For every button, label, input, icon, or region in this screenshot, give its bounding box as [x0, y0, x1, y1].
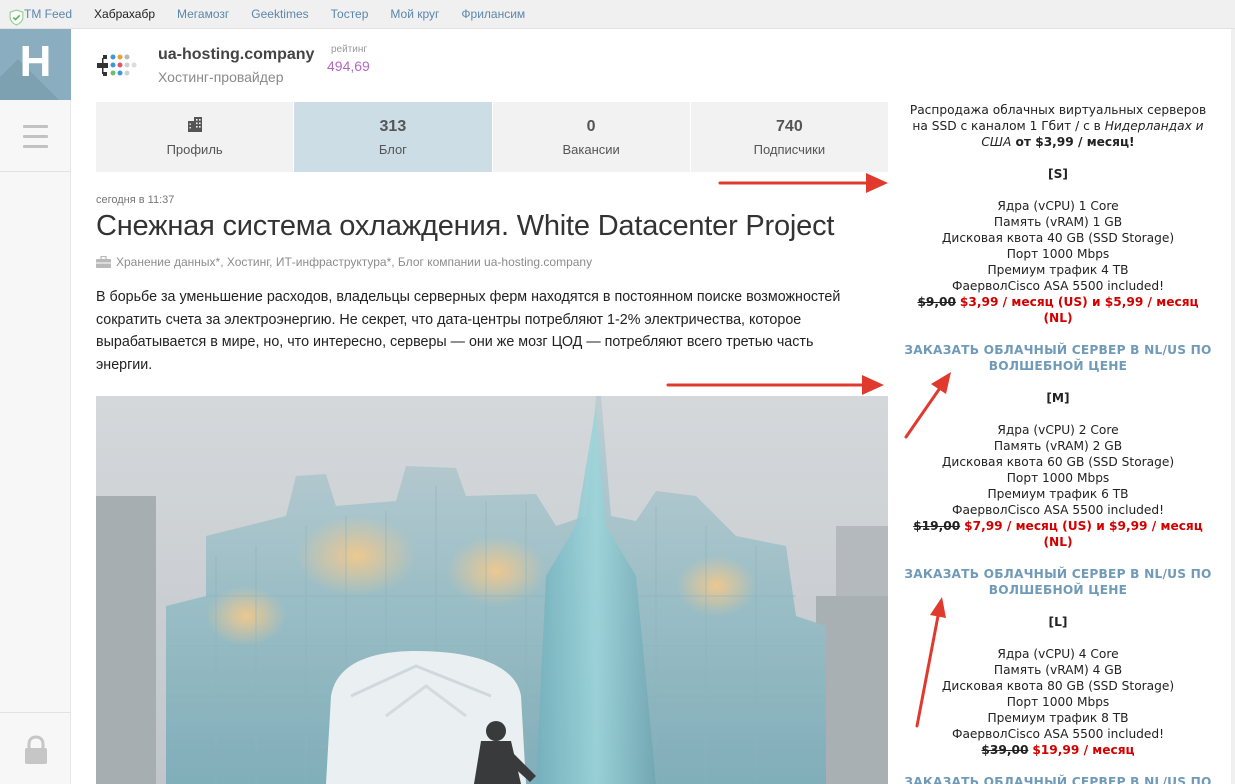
company-subtitle: Хостинг-провайдер: [158, 69, 284, 85]
tab-count: 313: [379, 118, 407, 135]
nav-habrahabr[interactable]: Хабрахабр: [94, 7, 155, 21]
plan-spec: Порт 1000 Mbps: [1006, 247, 1110, 261]
tab-vacancies[interactable]: 0 Вакансии: [493, 102, 691, 172]
plan-name: [M]: [1046, 391, 1070, 405]
plan-spec: Дисковая квота 60 GB (SSD Storage): [941, 455, 1175, 469]
order-link[interactable]: ЗАКАЗАТЬ ОБЛАЧНЫЙ СЕРВЕР В NL/US ПО ВОЛШ…: [903, 774, 1213, 784]
plan-spec: Память (vRAM) 2 GB: [993, 439, 1123, 453]
tab-subscribers[interactable]: 740 Подписчики: [691, 102, 888, 172]
plan-spec: ФаерволCisco ASA 5500 included!: [951, 727, 1165, 741]
building-icon: [187, 117, 202, 132]
ad-intro: Распродажа облачных виртуальных серверов…: [909, 103, 1207, 149]
tab-count: 740: [776, 118, 803, 135]
new-price: $3,99 / месяц (US) и $5,99 / месяц (NL): [959, 295, 1199, 325]
sidebar-divider: [0, 712, 70, 713]
plan-spec: Порт 1000 Mbps: [1006, 471, 1110, 485]
post-time: сегодня в 11:37: [96, 194, 175, 206]
site-logo[interactable]: H: [0, 29, 71, 100]
tab-label: Вакансии: [562, 142, 620, 157]
ice-building-photo: [96, 396, 888, 784]
plan-price: $19,00 $7,99 / месяц (US) и $9,99 / меся…: [903, 518, 1213, 550]
nav-geektimes[interactable]: Geektimes: [251, 7, 308, 21]
top-nav-items: TM Feed Хабрахабр Мегамозг Geektimes Тос…: [24, 7, 547, 21]
plan-spec: Дисковая квота 40 GB (SSD Storage): [941, 231, 1175, 245]
nav-moi-krug[interactable]: Мой круг: [390, 7, 439, 21]
rating-value: 494,69: [327, 58, 370, 74]
company-logo-icon[interactable]: [97, 50, 141, 82]
plan-spec: Ядра (vCPU) 4 Core: [997, 647, 1119, 661]
logo-letter: H: [19, 37, 52, 86]
plan-price: $39,00 $19,99 / месяц: [903, 742, 1213, 758]
order-link[interactable]: ЗАКАЗАТЬ ОБЛАЧНЫЙ СЕРВЕР В NL/US ПО ВОЛШ…: [903, 566, 1213, 598]
company-tabs: Профиль 313 Блог 0 Вакансии 740 Подписчи…: [96, 102, 888, 172]
scrollbar[interactable]: [1231, 29, 1235, 784]
nav-freelansim[interactable]: Фрилансим: [461, 7, 525, 21]
top-navigation: TM Feed Хабрахабр Мегамозг Geektimes Тос…: [0, 0, 1235, 29]
post-hubs: Хранение данных*, Хостинг, ИТ-инфраструк…: [96, 255, 592, 269]
arrow-icon: [862, 375, 884, 395]
sidebar-divider: [0, 171, 70, 172]
plan-spec: Премиум трафик 6 TB: [987, 487, 1129, 501]
tab-profile[interactable]: Профиль: [96, 102, 295, 172]
plan-spec: Дисковая квота 80 GB (SSD Storage): [941, 679, 1175, 693]
plan-spec: Порт 1000 Mbps: [1006, 695, 1110, 709]
order-link[interactable]: ЗАКАЗАТЬ ОБЛАЧНЫЙ СЕРВЕР В NL/US ПО ВОЛШ…: [903, 342, 1213, 374]
shield-check-icon: [9, 9, 24, 26]
post-title[interactable]: Снежная система охлаждения. White Datace…: [96, 210, 834, 243]
arrow-icon: [866, 173, 888, 193]
plan-name: [S]: [1048, 167, 1068, 181]
tab-label: Блог: [378, 142, 407, 157]
tab-count: 0: [586, 118, 596, 135]
nav-toster[interactable]: Тостер: [331, 7, 369, 21]
old-price: $19,00: [913, 519, 961, 533]
nav-tm-feed[interactable]: TM Feed: [24, 7, 72, 21]
new-price: $19,99 / месяц: [1032, 743, 1135, 757]
briefcase-icon: [96, 256, 111, 268]
tab-label: Профиль: [166, 142, 223, 157]
rating-label: рейтинг: [331, 44, 368, 55]
tab-label: Подписчики: [753, 142, 826, 157]
plan-spec: Ядра (vCPU) 1 Core: [997, 199, 1119, 213]
old-price: $9,00: [917, 295, 956, 309]
plan-spec: Память (vRAM) 1 GB: [993, 215, 1123, 229]
post-text: В борьбе за уменьшение расходов, владель…: [96, 289, 841, 373]
nav-megamozg[interactable]: Мегамозг: [177, 7, 229, 21]
hamburger-menu-icon[interactable]: [23, 125, 48, 149]
plan-spec: Ядра (vCPU) 2 Core: [997, 423, 1119, 437]
old-price: $39,00: [981, 743, 1029, 757]
plan-spec: Память (vRAM) 4 GB: [993, 663, 1123, 677]
plan-spec: Премиум трафик 8 TB: [987, 711, 1129, 725]
left-sidebar: H: [0, 29, 71, 784]
new-price: $7,99 / месяц (US) и $9,99 / месяц (NL): [964, 519, 1203, 549]
lock-icon[interactable]: [22, 735, 50, 765]
hubs-list[interactable]: Хранение данных*, Хостинг, ИТ-инфраструк…: [116, 255, 592, 269]
plan-spec: ФаерволCisco ASA 5500 included!: [951, 503, 1165, 517]
plan-spec: ФаерволCisco ASA 5500 included!: [951, 279, 1165, 293]
plan-price: $9,00 $3,99 / месяц (US) и $5,99 / месяц…: [903, 294, 1213, 326]
company-name[interactable]: ua-hosting.company: [158, 46, 314, 64]
sidebar-advertisement: Распродажа облачных виртуальных серверов…: [903, 102, 1213, 784]
tab-blog[interactable]: 313 Блог: [294, 102, 493, 172]
plan-spec: Премиум трафик 4 TB: [987, 263, 1129, 277]
plan-name: [L]: [1048, 615, 1068, 629]
